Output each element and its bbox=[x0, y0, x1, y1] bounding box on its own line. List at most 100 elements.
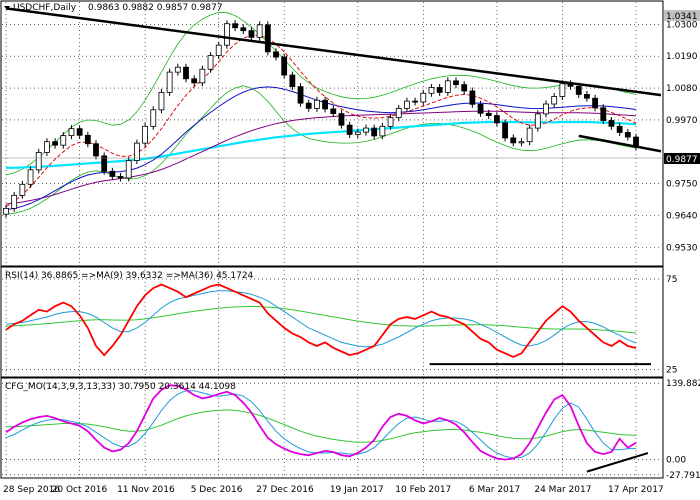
candle bbox=[142, 122, 148, 147]
candle bbox=[150, 106, 157, 130]
price-tick-label: 0.9530 bbox=[666, 244, 698, 254]
candle-body bbox=[273, 51, 279, 58]
candle-body bbox=[84, 134, 91, 145]
candle-body bbox=[624, 132, 631, 138]
candle-body bbox=[584, 94, 590, 99]
rsi-label: RSI(14) 36.8865 =>MA(9) 39.6332 =>MA(36)… bbox=[5, 271, 254, 281]
candle bbox=[27, 166, 34, 188]
candle-body bbox=[158, 92, 165, 111]
candle-body bbox=[256, 24, 263, 38]
price-tick-label: 0.9640 bbox=[666, 212, 698, 222]
candle bbox=[207, 52, 214, 73]
candle bbox=[158, 88, 165, 114]
candle-body bbox=[387, 117, 394, 127]
candle-body bbox=[371, 127, 378, 137]
candle-body bbox=[207, 55, 214, 70]
candle-body bbox=[68, 128, 75, 137]
price-panel[interactable] bbox=[0, 0, 664, 267]
candle-body bbox=[19, 183, 26, 196]
candle-body bbox=[11, 194, 18, 209]
price-tick-label: 1.0190 bbox=[666, 52, 698, 62]
ohlc-values: 0.9863 0.9882 0.9857 0.9877 bbox=[88, 3, 223, 13]
time-axis-label: 5 Dec 2016 bbox=[191, 485, 243, 495]
candle-body bbox=[526, 127, 533, 143]
candle-body bbox=[264, 24, 271, 53]
candle-body bbox=[109, 170, 116, 177]
price-tick-label: 1.0080 bbox=[666, 84, 698, 94]
candle-body bbox=[428, 87, 435, 94]
candle-body bbox=[174, 66, 181, 73]
candle-body bbox=[338, 113, 345, 126]
current-price-tag: 0.9877 bbox=[664, 153, 700, 165]
candle-body bbox=[199, 68, 206, 84]
candle bbox=[199, 65, 206, 87]
candle-body bbox=[314, 99, 320, 109]
candle-body bbox=[551, 96, 558, 105]
time-axis-label: 6 Mar 2017 bbox=[469, 485, 520, 495]
candle-body bbox=[363, 127, 369, 133]
candle-body bbox=[224, 23, 230, 46]
time-axis-label: 10 Feb 2017 bbox=[395, 485, 451, 495]
candle-body bbox=[412, 100, 418, 103]
top-price-tag: 1.0341 bbox=[664, 10, 700, 22]
candle-body bbox=[142, 125, 148, 144]
time-axis-label: 19 Jan 2017 bbox=[330, 485, 384, 495]
candle-body bbox=[44, 141, 50, 153]
candle-body bbox=[592, 97, 598, 109]
price-tick-label: 0.9750 bbox=[666, 180, 698, 190]
candle-body bbox=[76, 128, 83, 136]
candle-body bbox=[575, 85, 582, 95]
candle-body bbox=[183, 66, 189, 80]
candle-body bbox=[469, 90, 476, 105]
candle-body bbox=[125, 160, 132, 179]
time-axis-label: 11 Nov 2016 bbox=[117, 485, 175, 495]
top-price-value: 1.0341 bbox=[666, 12, 698, 22]
candle-body bbox=[510, 137, 517, 144]
candle bbox=[281, 53, 288, 79]
candle-body bbox=[518, 141, 525, 144]
candle-body bbox=[232, 23, 238, 29]
candle-body bbox=[477, 103, 484, 114]
cfg-panel[interactable] bbox=[0, 377, 664, 479]
rsi-panel[interactable] bbox=[0, 266, 664, 378]
candle-body bbox=[485, 112, 492, 117]
candle bbox=[264, 21, 271, 56]
candle bbox=[125, 157, 132, 182]
candle-body bbox=[453, 80, 459, 85]
candle-body bbox=[150, 109, 157, 127]
candle-body bbox=[322, 99, 328, 110]
candle-body bbox=[559, 83, 566, 97]
time-axis-label: 27 Dec 2016 bbox=[256, 485, 314, 495]
candle bbox=[134, 139, 140, 165]
candle-body bbox=[346, 124, 353, 135]
candle bbox=[534, 110, 541, 132]
candle-body bbox=[3, 207, 9, 215]
candle-body bbox=[616, 125, 623, 133]
current-price-value: 0.9877 bbox=[666, 155, 698, 165]
candle-body bbox=[543, 103, 549, 115]
candle-body bbox=[444, 80, 451, 93]
candle bbox=[224, 20, 230, 49]
candle-body bbox=[191, 78, 198, 84]
candle-body bbox=[240, 27, 247, 32]
candle-body bbox=[494, 115, 500, 124]
candle-body bbox=[404, 100, 410, 109]
candle bbox=[297, 83, 304, 107]
candle-body bbox=[166, 71, 173, 93]
candle bbox=[526, 124, 533, 146]
candle bbox=[166, 68, 173, 96]
candle-body bbox=[305, 102, 312, 109]
cfg-tick-label: 0.00 bbox=[666, 456, 686, 466]
candle-body bbox=[379, 125, 386, 137]
candle bbox=[101, 152, 108, 175]
cfg-label: CFG_MO(14,3,9,3,13,33) 30.7950 20.3614 4… bbox=[5, 382, 236, 392]
rsi-tick-label: 75 bbox=[666, 275, 677, 285]
candle-body bbox=[117, 176, 124, 179]
time-axis-label: 17 Apr 2017 bbox=[608, 485, 664, 495]
candle-body bbox=[395, 107, 402, 119]
candle-body bbox=[534, 113, 541, 129]
candle-body bbox=[354, 131, 361, 135]
candle-body bbox=[248, 30, 255, 38]
time-axis-label: 24 Mar 2017 bbox=[534, 485, 591, 495]
rsi-tick-label: 25 bbox=[666, 366, 677, 376]
